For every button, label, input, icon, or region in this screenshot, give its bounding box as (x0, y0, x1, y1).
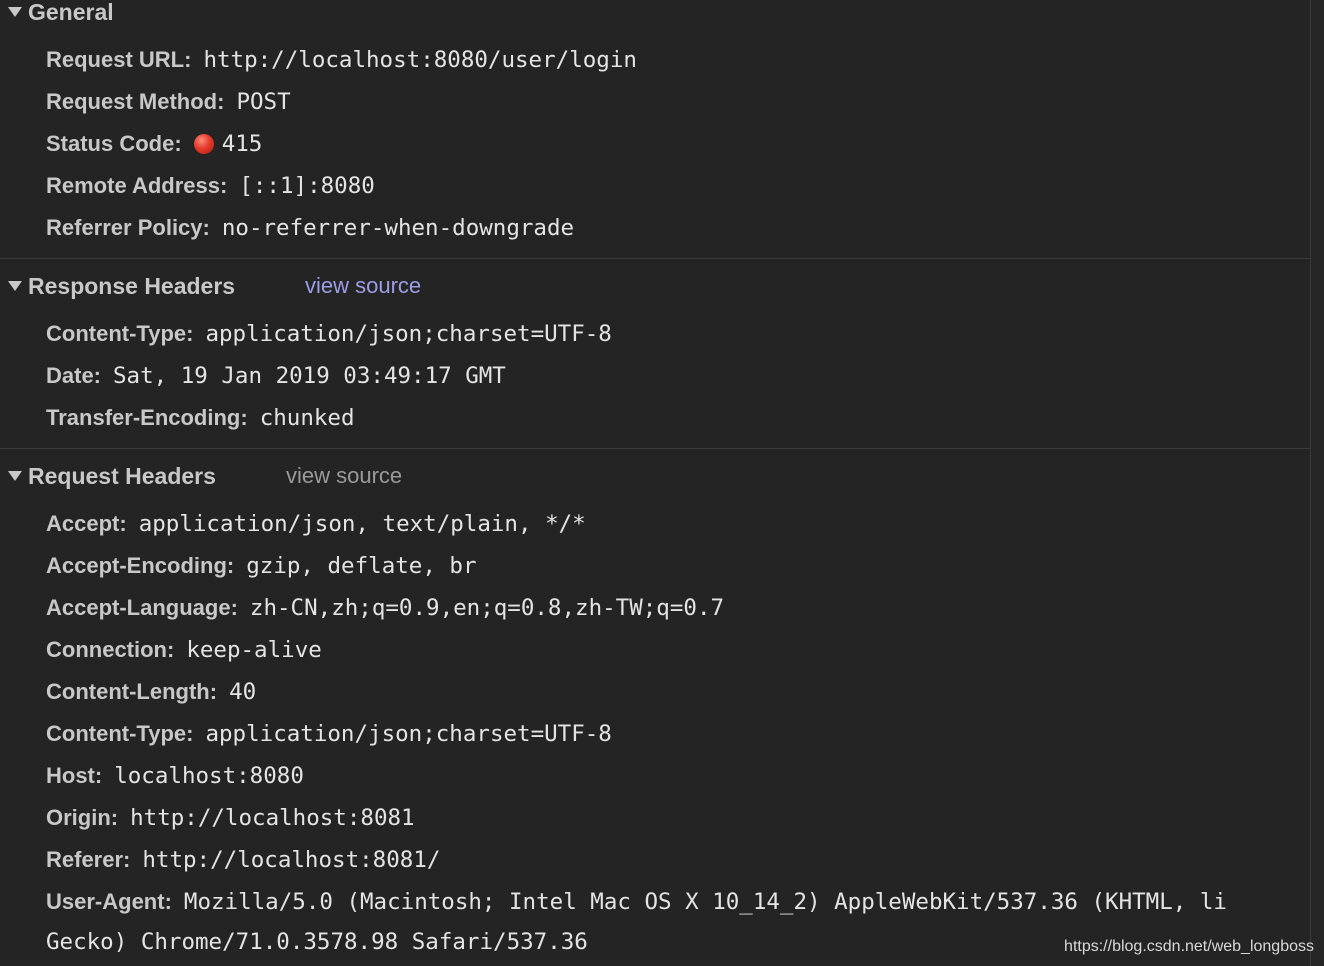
header-key: Accept-Language: (46, 595, 238, 620)
header-row-status-code: Status Code: 415 (46, 127, 262, 161)
header-row-connection: Connection: keep-alive (46, 633, 322, 667)
request-headers-section-title: Request Headers (28, 462, 216, 489)
response-headers-section: Response Headers view source Content-Typ… (0, 258, 1310, 449)
request-headers-section: Request Headers view source Accept: appl… (0, 448, 1310, 966)
header-key: Connection: (46, 637, 175, 662)
header-value: 415 (221, 131, 263, 157)
header-value: localhost:8080 (114, 763, 304, 789)
header-row-content-type: Content-Type: application/json;charset=U… (46, 717, 612, 751)
header-value: Sat, 19 Jan 2019 03:49:17 GMT (113, 363, 506, 389)
header-row-accept-language: Accept-Language: zh-CN,zh;q=0.9,en;q=0.8… (46, 591, 724, 625)
header-key: Request Method: (46, 89, 225, 114)
header-key: Transfer-Encoding: (46, 405, 248, 430)
general-section: General Request URL: http://localhost:80… (0, 0, 1310, 258)
header-value: [::1]:8080 (239, 173, 375, 199)
header-row-origin: Origin: http://localhost:8081 (46, 801, 415, 835)
triangle-down-icon (8, 471, 22, 481)
general-section-title: General (28, 0, 114, 25)
header-value: application/json, text/plain, */* (138, 511, 586, 537)
response-headers-section-header[interactable]: Response Headers (0, 271, 235, 301)
header-key: Accept-Encoding: (46, 553, 235, 578)
header-row-remote-address: Remote Address: [::1]:8080 (46, 169, 375, 203)
header-row-referrer-policy: Referrer Policy: no-referrer-when-downgr… (46, 211, 574, 245)
header-value: 40 (229, 679, 257, 705)
header-value: chunked (259, 405, 355, 431)
header-value-continued: Gecko) Chrome/71.0.3578.98 Safari/537.36 (46, 929, 588, 955)
header-value: keep-alive (186, 637, 322, 663)
header-row-request-url: Request URL: http://localhost:8080/user/… (46, 43, 637, 77)
header-row-content-type: Content-Type: application/json;charset=U… (46, 317, 612, 351)
header-value: application/json;charset=UTF-8 (205, 321, 612, 347)
response-headers-section-title: Response Headers (28, 272, 236, 299)
watermark: https://blog.csdn.net/web_longboss (1064, 938, 1314, 955)
status-error-dot-icon (193, 134, 214, 154)
header-row-content-length: Content-Length: 40 (46, 675, 256, 709)
header-value: http://localhost:8080/user/login (203, 47, 637, 73)
header-value: gzip, deflate, br (246, 553, 477, 579)
header-key: User-Agent: (46, 889, 172, 914)
header-row-accept: Accept: application/json, text/plain, */… (46, 507, 586, 541)
request-view-source-link[interactable]: view source (286, 463, 402, 489)
header-value: Mozilla/5.0 (Macintosh; Intel Mac OS X 1… (183, 889, 1227, 915)
triangle-down-icon (8, 7, 22, 17)
triangle-down-icon (8, 281, 22, 291)
header-key: Referrer Policy: (46, 215, 210, 240)
header-row-referer: Referer: http://localhost:8081/ (46, 843, 440, 877)
header-row-user-agent: User-Agent: Mozilla/5.0 (Macintosh; Inte… (46, 885, 1227, 919)
header-key: Content-Type: (46, 321, 194, 346)
header-value: http://localhost:8081 (130, 805, 415, 831)
header-key: Host: (46, 763, 103, 788)
header-key: Status Code: (46, 131, 182, 156)
header-value: no-referrer-when-downgrade (221, 215, 575, 241)
header-key: Remote Address: (46, 173, 228, 198)
response-view-source-link[interactable]: view source (305, 273, 421, 299)
header-key: Referer: (46, 847, 131, 872)
header-value: POST (236, 89, 291, 115)
general-section-header[interactable]: General (0, 0, 114, 27)
header-value: http://localhost:8081/ (142, 847, 441, 873)
header-value: application/json;charset=UTF-8 (205, 721, 612, 747)
header-row-date: Date: Sat, 19 Jan 2019 03:49:17 GMT (46, 359, 506, 393)
vertical-scrollbar[interactable] (1310, 0, 1324, 966)
header-key: Request URL: (46, 47, 192, 72)
header-key: Content-Type: (46, 721, 194, 746)
header-key: Content-Length: (46, 679, 218, 704)
header-key: Date: (46, 363, 102, 388)
headers-panel: General Request URL: http://localhost:80… (0, 0, 1310, 966)
request-headers-section-header[interactable]: Request Headers (0, 461, 216, 491)
header-row-transfer-encoding: Transfer-Encoding: chunked (46, 401, 355, 435)
header-row-host: Host: localhost:8080 (46, 759, 304, 793)
header-key: Origin: (46, 805, 119, 830)
header-key: Accept: (46, 511, 127, 536)
header-row-request-method: Request Method: POST (46, 85, 291, 119)
header-row-accept-encoding: Accept-Encoding: gzip, deflate, br (46, 549, 477, 583)
header-value: zh-CN,zh;q=0.9,en;q=0.8,zh-TW;q=0.7 (249, 595, 725, 621)
